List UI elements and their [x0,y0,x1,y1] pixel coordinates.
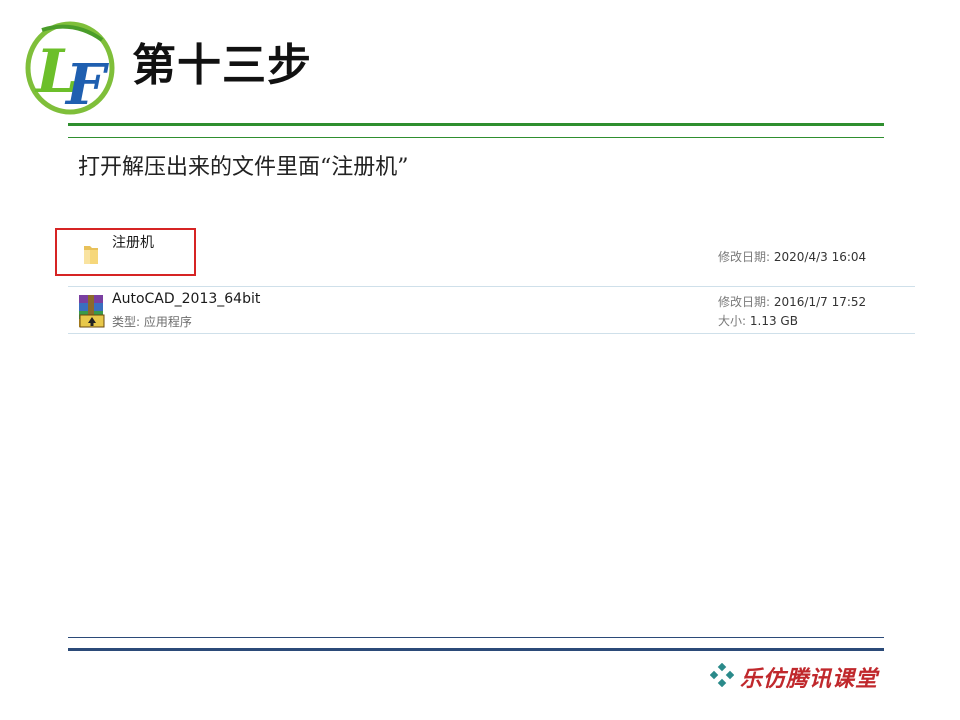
file-list: 注册机 修改日期: 2020/4/3 16:04 AutoCAD_2013_64… [55,222,915,337]
modified-date: 修改日期: 2020/4/3 16:04 [718,250,867,264]
diamond-cluster-icon [709,662,735,691]
header-divider-thin [68,137,884,138]
svg-text:F: F [64,52,110,118]
page-title: 第十三步 [132,40,312,91]
file-name: AutoCAD_2013_64bit [112,291,261,307]
lf-logo-icon: L F [22,18,122,118]
file-size: 大小: 1.13 GB [718,314,798,328]
file-type: 类型: 应用程序 [112,315,192,329]
file-name: 注册机 [112,235,154,251]
folder-icon [76,234,106,268]
modified-date: 修改日期: 2016/1/7 17:52 [718,295,867,309]
instruction-text: 打开解压出来的文件里面“注册机” [78,155,409,180]
header-divider [68,123,884,126]
winrar-archive-icon [76,293,106,328]
list-item-folder[interactable]: 注册机 修改日期: 2020/4/3 16:04 [68,228,915,276]
footer-divider-thin [68,637,884,638]
list-item-application[interactable]: AutoCAD_2013_64bit 类型: 应用程序 修改日期: 2016/1… [68,286,915,334]
brand-text: 乐仿腾讯课堂 [740,666,879,692]
brand-footer: 乐仿腾讯课堂 [709,662,879,692]
footer-divider [68,648,884,651]
